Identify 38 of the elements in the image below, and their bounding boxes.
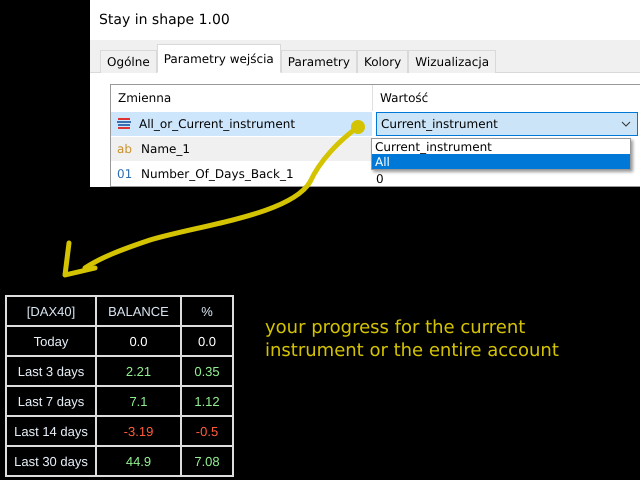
row-label: Last 30 days	[7, 447, 95, 475]
percent-value: -0.5	[196, 424, 218, 438]
parameter-label: All_or_Current_instrument	[139, 117, 296, 131]
percent-value: 7.08	[194, 454, 220, 468]
parameter-label: Name_1	[141, 142, 190, 156]
column-header: [DAX40]	[7, 297, 95, 325]
column-header: Zmienna	[117, 90, 172, 107]
percent-value: 1.12	[194, 394, 220, 408]
row-label: Today	[7, 327, 95, 355]
row-label: Last 3 days	[7, 357, 95, 385]
balance-value: 44.9	[126, 454, 152, 468]
parameter-name[interactable]: All_or_Current_instrument	[111, 111, 372, 136]
balance-value: 0.0	[129, 334, 148, 348]
chevron-icon	[621, 121, 631, 127]
type-icon: 01	[117, 167, 133, 181]
balance-value: 2.21	[126, 364, 152, 378]
dropdown-option[interactable]: Current_instrument	[372, 139, 630, 154]
percent-value: 0.35	[194, 364, 220, 378]
parameter-label: Number_Of_Days_Back_1	[141, 167, 294, 181]
balance-value: -3.19	[124, 424, 154, 438]
percent-value: 0.0	[198, 334, 216, 348]
tab[interactable]: Kolory	[356, 50, 408, 73]
row-label: Last 7 days	[7, 387, 95, 415]
type-icon: ab	[117, 142, 133, 156]
balance-value: 7.1	[129, 394, 148, 408]
column-header: %	[182, 297, 232, 325]
tab[interactable]: Wizualizacja	[408, 50, 496, 73]
caption-text: your progress for the current instrument or the entire account	[265, 316, 560, 362]
list-icon	[117, 118, 131, 130]
tab[interactable]: Parametry wejścia	[156, 44, 281, 73]
column-header: BALANCE	[97, 297, 180, 325]
dropdown-option[interactable]: All	[372, 154, 630, 169]
tab[interactable]: Parametry	[280, 50, 357, 73]
parameter-name[interactable]: ab Name_1	[111, 136, 372, 161]
tab[interactable]: Ogólne	[100, 50, 157, 73]
value-dropdown[interactable]: Current_instrument	[376, 112, 638, 136]
row-label: Last 14 days	[7, 417, 95, 445]
window-title: Stay in shape 1.00	[90, 0, 640, 40]
